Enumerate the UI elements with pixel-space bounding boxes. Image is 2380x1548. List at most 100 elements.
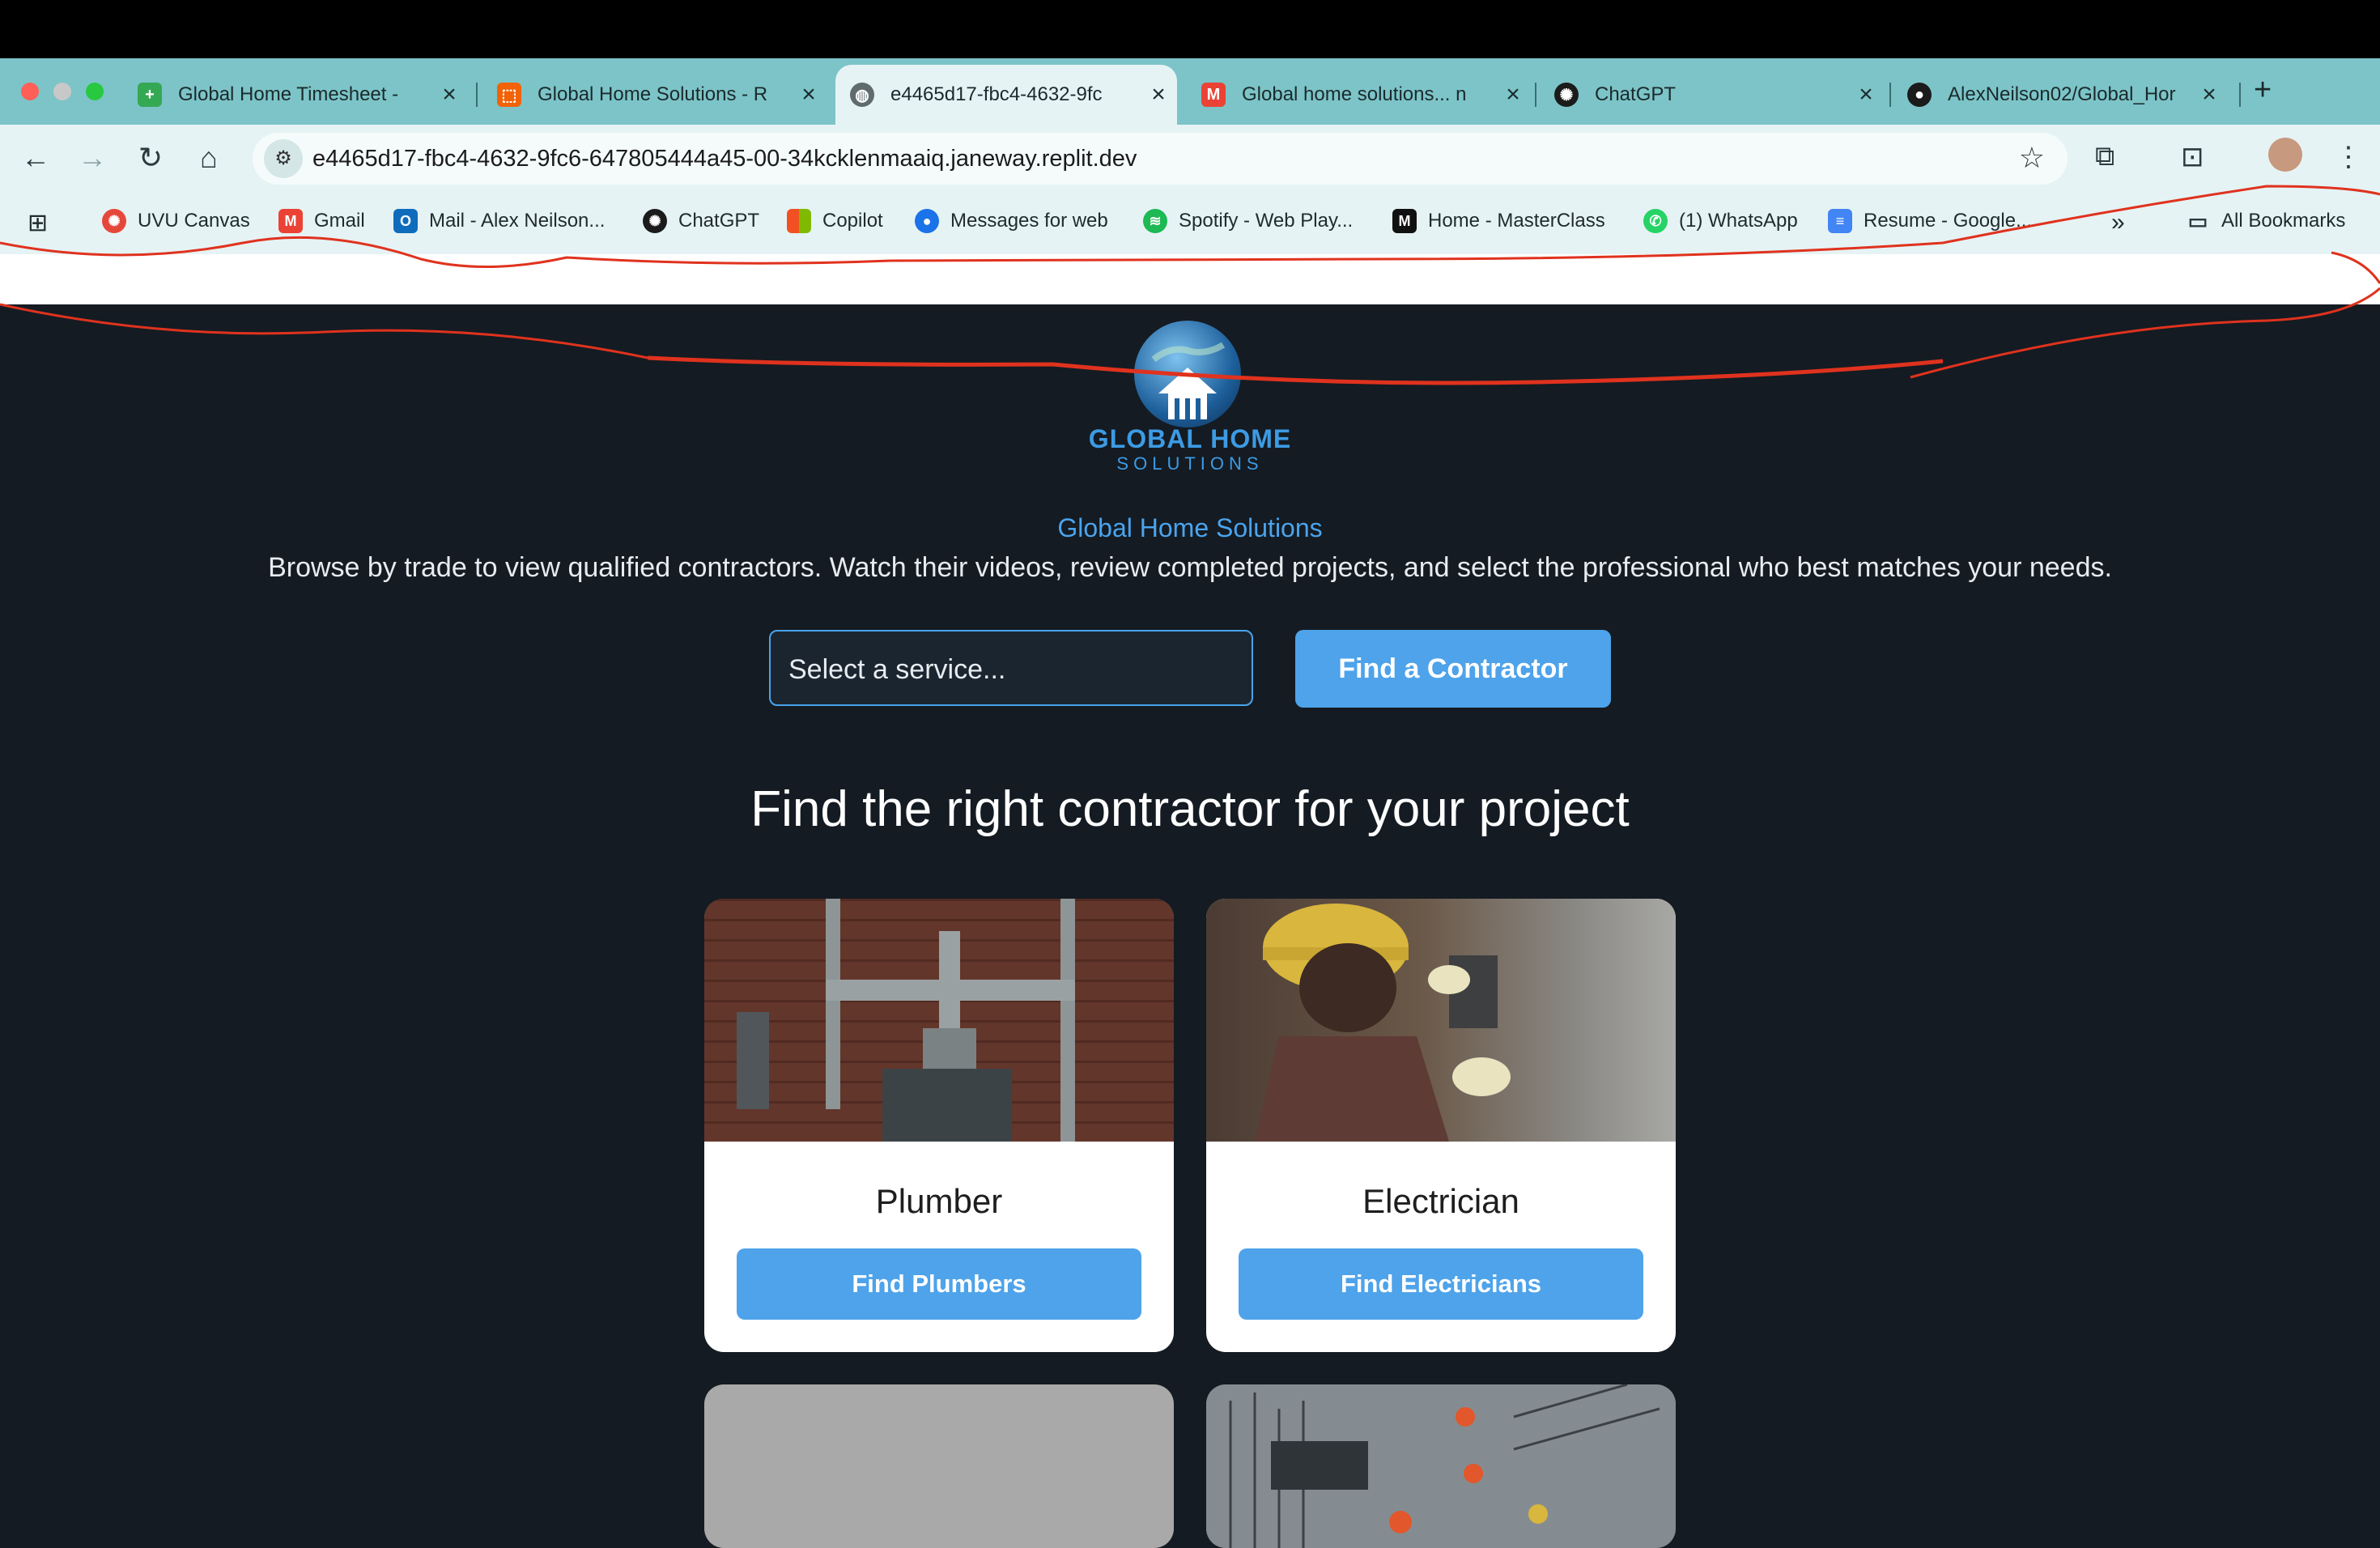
- section-heading: Find the right contractor for your proje…: [750, 781, 1630, 837]
- find-contractor-button[interactable]: Find a Contractor: [1295, 630, 1611, 708]
- site-tagline: Global Home Solutions: [1057, 513, 1323, 542]
- card-electrician: Electrician Find Electricians: [1206, 899, 1676, 1352]
- tab-divider: [1535, 83, 1536, 107]
- site-info-icon[interactable]: ⚙: [264, 139, 303, 178]
- bookmark-label: ChatGPT: [678, 210, 760, 232]
- card-construction: [1206, 1384, 1676, 1548]
- tab-current-page[interactable]: ◍ e4465d17-fbc4-4632-9fc ×: [835, 65, 1177, 125]
- bookmark-chatgpt[interactable]: ✺ ChatGPT: [643, 209, 759, 233]
- card-title: Electrician: [1362, 1182, 1519, 1220]
- back-button[interactable]: ←: [18, 141, 53, 175]
- sheets-icon: +: [138, 83, 162, 107]
- browser-toolbar: ← → ↻ ⌂ ⚙ e4465d17-fbc4-4632-9fc6-647805…: [0, 125, 2380, 191]
- messages-icon: ●: [915, 209, 939, 233]
- tab-title: Global Home Solutions - R: [538, 83, 768, 105]
- construction-photo: [1206, 1384, 1676, 1548]
- bookmark-label: Mail - Alex Neilson...: [429, 210, 606, 232]
- close-icon[interactable]: ×: [1501, 81, 1525, 108]
- bookmark-gmail[interactable]: M Gmail: [278, 209, 365, 233]
- close-icon[interactable]: ×: [437, 81, 461, 108]
- bookmark-label: Gmail: [314, 210, 365, 232]
- bookmark-outlook[interactable]: O Mail - Alex Neilson...: [393, 209, 605, 233]
- tab-search-icon[interactable]: ⊡: [2181, 141, 2204, 173]
- masterclass-icon: M: [1392, 209, 1417, 233]
- tab-divider: [2239, 83, 2241, 107]
- page-content: GLOBAL HOME SOLUTIONS Global Home Soluti…: [0, 304, 2380, 1548]
- replit-icon: ⬚: [497, 83, 521, 107]
- profile-avatar[interactable]: [2268, 138, 2302, 172]
- globe-logo: [1134, 321, 1241, 427]
- find-electricians-button[interactable]: Find Electricians: [1239, 1248, 1643, 1320]
- tab-strip: + Global Home Timesheet - × ⬚ Global Hom…: [0, 58, 2380, 125]
- globe-icon: ◍: [850, 83, 874, 107]
- bookmark-label: Home - MasterClass: [1428, 210, 1605, 232]
- find-plumbers-button[interactable]: Find Plumbers: [737, 1248, 1141, 1320]
- microsoft-icon: [787, 209, 811, 233]
- outlook-icon: O: [393, 209, 418, 233]
- gmail-icon: M: [278, 209, 303, 233]
- bookmarks-bar: ⊞ ✺ UVU Canvas M Gmail O Mail - Alex Neilso…: [0, 191, 2380, 254]
- bookmark-label: UVU Canvas: [138, 210, 250, 232]
- tab-title: e4465d17-fbc4-4632-9fc: [890, 83, 1103, 105]
- macos-menubar: [0, 0, 2380, 58]
- browser-window: + Global Home Timesheet - × ⬚ Global Hom…: [0, 58, 2380, 254]
- github-icon: ●: [1907, 83, 1932, 107]
- close-icon[interactable]: ×: [797, 81, 821, 108]
- bookmark-messages[interactable]: ● Messages for web: [915, 209, 1108, 233]
- minimize-window-button[interactable]: [53, 83, 71, 100]
- bookmark-label: Copilot: [822, 210, 883, 232]
- bookmark-masterclass[interactable]: M Home - MasterClass: [1392, 209, 1605, 233]
- openai-icon: ✺: [643, 209, 667, 233]
- reload-button[interactable]: ↻: [133, 141, 168, 175]
- tab-gmail[interactable]: M Global home solutions... n ×: [1201, 65, 1525, 125]
- brand-name: GLOBAL HOME: [1088, 424, 1292, 453]
- tab-title: AlexNeilson02/Global_Hor: [1948, 83, 2176, 105]
- bookmark-label: Messages for web: [950, 210, 1108, 232]
- bookmark-copilot[interactable]: Copilot: [787, 209, 883, 233]
- service-select-placeholder: Select a service...: [788, 654, 1006, 685]
- service-select[interactable]: Select a service...: [769, 630, 1253, 706]
- menu-kebab-icon[interactable]: ⋮: [2335, 141, 2362, 173]
- bookmark-label: Resume - Google...: [1864, 210, 2033, 232]
- bookmark-star-icon[interactable]: ☆: [2019, 141, 2045, 175]
- apps-grid-icon[interactable]: ⊞: [28, 209, 48, 237]
- spotify-icon: ≋: [1143, 209, 1167, 233]
- docs-icon: ≡: [1828, 209, 1852, 233]
- forward-button[interactable]: →: [74, 141, 110, 175]
- brand-subtitle: SOLUTIONS: [1116, 453, 1264, 474]
- tab-divider: [1889, 83, 1891, 107]
- plumber-photo: [704, 899, 1174, 1142]
- new-tab-button[interactable]: +: [2254, 73, 2272, 108]
- maximize-window-button[interactable]: [86, 83, 104, 100]
- extensions-icon[interactable]: ⧉: [2095, 141, 2114, 172]
- bookmark-whatsapp[interactable]: ✆ (1) WhatsApp: [1643, 209, 1798, 233]
- tab-title: ChatGPT: [1595, 83, 1677, 105]
- card-placeholder-image: [704, 1384, 1174, 1548]
- tab-chatgpt[interactable]: ✺ ChatGPT ×: [1554, 65, 1878, 125]
- canvas-icon: ✺: [102, 209, 126, 233]
- tab-replit[interactable]: ⬚ Global Home Solutions - R ×: [497, 65, 821, 125]
- bookmark-label: Spotify - Web Play...: [1179, 210, 1354, 232]
- bookmark-label: All Bookmarks: [2221, 210, 2346, 232]
- close-icon[interactable]: ×: [1146, 81, 1171, 108]
- tab-github[interactable]: ● AlexNeilson02/Global_Hor ×: [1907, 65, 2221, 125]
- bookmark-resume[interactable]: ≡ Resume - Google...: [1828, 209, 2032, 233]
- address-bar[interactable]: ⚙ e4465d17-fbc4-4632-9fc6-647805444a45-0…: [253, 133, 2068, 185]
- bookmark-uvu-canvas[interactable]: ✺ UVU Canvas: [102, 209, 250, 233]
- card-plumber: Plumber Find Plumbers: [704, 899, 1174, 1352]
- url-text[interactable]: e4465d17-fbc4-4632-9fc6-647805444a45-00-…: [312, 146, 1137, 172]
- close-icon[interactable]: ×: [2197, 81, 2221, 108]
- tab-timesheet[interactable]: + Global Home Timesheet - ×: [138, 65, 461, 125]
- more-bookmarks-button[interactable]: »: [2111, 209, 2125, 236]
- tab-title: Global Home Timesheet -: [178, 83, 399, 105]
- tab-divider: [476, 83, 478, 107]
- openai-icon: ✺: [1554, 83, 1579, 107]
- close-window-button[interactable]: [21, 83, 39, 100]
- home-button[interactable]: ⌂: [191, 141, 227, 175]
- whatsapp-icon: ✆: [1643, 209, 1668, 233]
- bookmark-spotify[interactable]: ≋ Spotify - Web Play...: [1143, 209, 1353, 233]
- electrician-photo: [1206, 899, 1676, 1142]
- close-icon[interactable]: ×: [1854, 81, 1878, 108]
- all-bookmarks-folder[interactable]: ▭ All Bookmarks: [2186, 209, 2346, 233]
- site-description: Browse by trade to view qualified contra…: [268, 552, 2112, 583]
